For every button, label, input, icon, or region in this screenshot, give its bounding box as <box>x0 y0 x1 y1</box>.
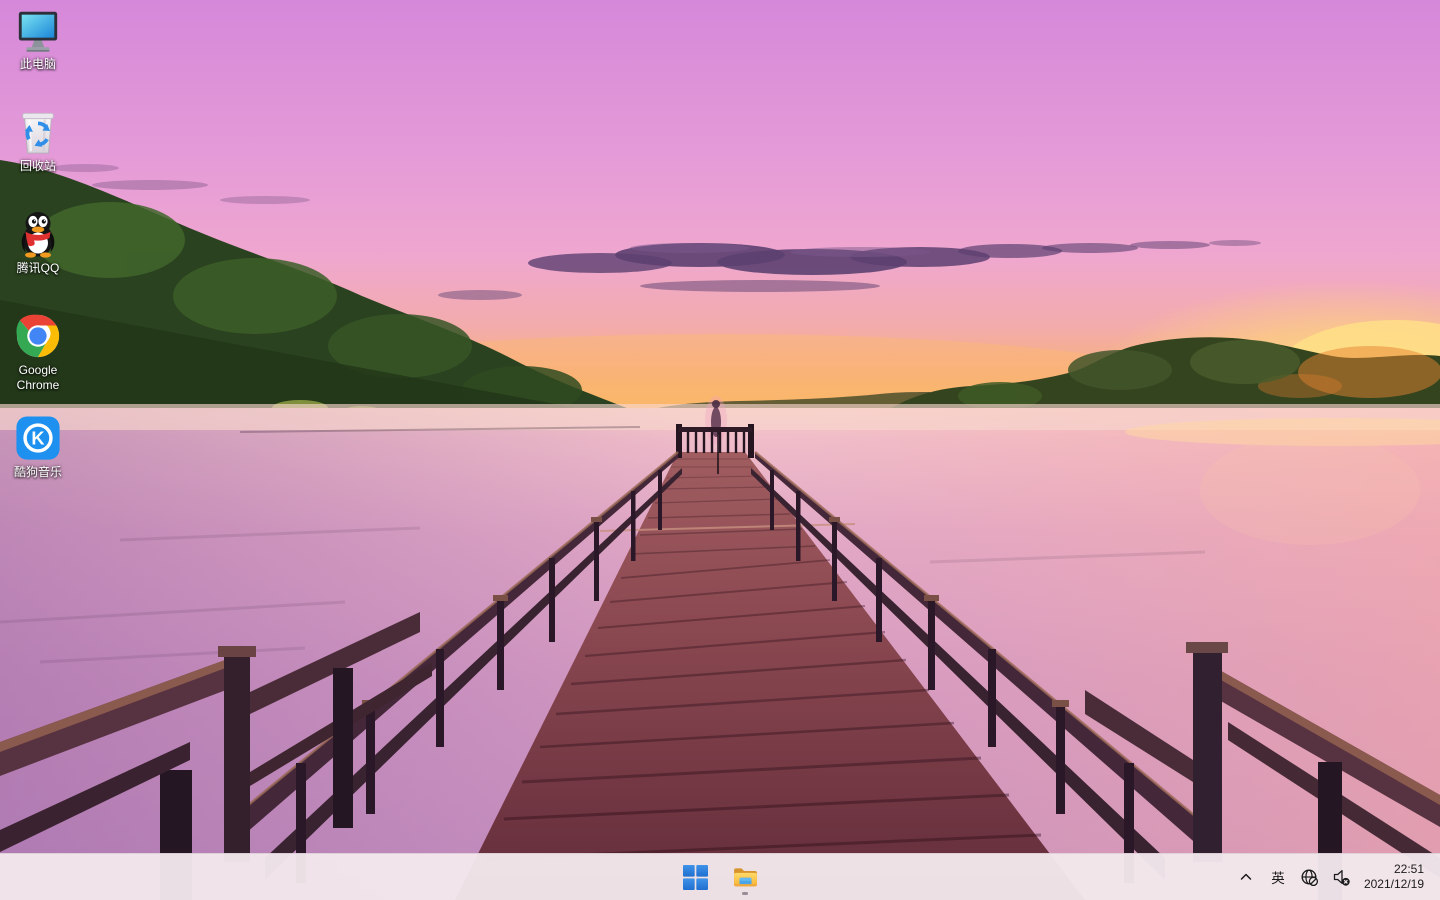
running-app-indicator <box>742 892 748 895</box>
file-explorer-icon <box>732 864 759 891</box>
clock-date: 2021/12/19 <box>1364 877 1424 892</box>
system-tray: 英 22:51 2021/12/19 <box>1232 854 1440 900</box>
tray-overflow-button[interactable] <box>1232 857 1260 897</box>
speaker-muted-icon <box>1332 868 1351 887</box>
taskbar: 英 22:51 2021/12/19 <box>0 853 1440 900</box>
desktop-icon-google-chrome[interactable]: Google Chrome <box>0 312 76 392</box>
file-explorer-button[interactable] <box>725 857 765 897</box>
this-pc-icon <box>14 6 62 54</box>
start-button[interactable] <box>675 857 715 897</box>
globe-no-internet-icon <box>1300 868 1319 887</box>
clock-time: 22:51 <box>1364 862 1424 877</box>
svg-text:K: K <box>31 429 44 449</box>
kugou-icon: K <box>14 414 62 462</box>
desktop-icon-tencent-qq[interactable]: 腾讯QQ <box>0 210 76 276</box>
recycle-bin-icon <box>14 108 62 156</box>
desktop-icon-label: 回收站 <box>20 159 56 174</box>
desktop-icon-label: Google Chrome <box>1 363 75 392</box>
desktop: 此电脑 回收站 <box>0 0 1440 900</box>
desktop-icon-kugou-music[interactable]: K 酷狗音乐 <box>0 414 76 480</box>
desktop-icon-this-pc[interactable]: 此电脑 <box>0 6 76 72</box>
volume-muted-button[interactable] <box>1328 857 1356 897</box>
taskbar-clock[interactable]: 22:51 2021/12/19 <box>1360 862 1428 892</box>
qq-penguin-icon <box>14 210 62 258</box>
input-method-indicator[interactable]: 英 <box>1264 857 1292 897</box>
network-status-button[interactable] <box>1296 857 1324 897</box>
taskbar-center-icons <box>0 854 1440 900</box>
chrome-icon <box>14 312 62 360</box>
desktop-icon-label: 此电脑 <box>20 57 56 72</box>
windows-logo-icon <box>683 865 708 890</box>
desktop-icon-label: 酷狗音乐 <box>14 465 62 480</box>
desktop-icon-label: 腾讯QQ <box>17 261 60 276</box>
wallpaper-sunset-pier <box>0 0 1440 900</box>
desktop-icon-recycle-bin[interactable]: 回收站 <box>0 108 76 174</box>
chevron-up-icon <box>1239 870 1253 884</box>
